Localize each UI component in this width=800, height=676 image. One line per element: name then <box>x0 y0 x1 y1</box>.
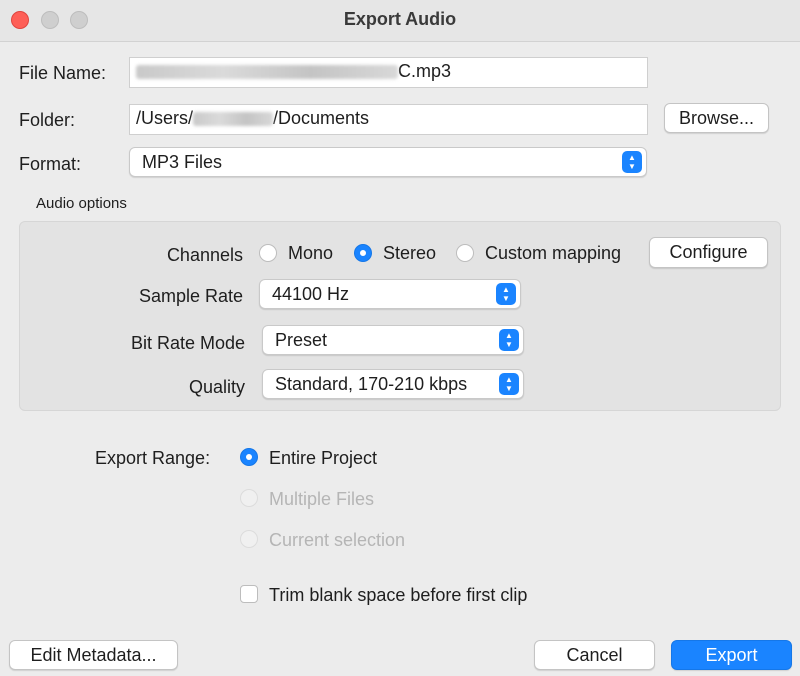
blurred-user-name <box>193 112 274 127</box>
radio-current-selection <box>240 530 258 548</box>
radio-stereo-label[interactable]: Stereo <box>383 243 436 264</box>
radio-custom-mapping[interactable] <box>456 244 474 262</box>
file-name-label: File Name: <box>19 63 107 83</box>
folder-label: Folder: <box>19 110 76 130</box>
folder-field[interactable]: /Users/ /Documents <box>129 104 648 135</box>
radio-current-selection-label: Current selection <box>269 530 406 550</box>
file-name-field[interactable]: C.mp3 <box>129 57 648 88</box>
folder-prefix: /Users/ <box>136 108 194 128</box>
format-select[interactable]: MP3 Files ▲ ▼ <box>129 147 647 177</box>
trim-checkbox[interactable] <box>240 585 258 603</box>
export-button[interactable]: Export <box>671 640 792 670</box>
sample-rate-selected: 44100 Hz <box>272 283 350 304</box>
radio-custom-mapping-label[interactable]: Custom mapping <box>485 243 621 264</box>
channels-label: Channels <box>166 245 243 265</box>
format-selected: MP3 Files <box>142 151 223 172</box>
blurred-file-name <box>136 65 398 80</box>
quality-select[interactable]: Standard, 170-210 kbps ▲ ▼ <box>262 369 524 399</box>
trim-checkbox-label[interactable]: Trim blank space before first clip <box>269 585 527 606</box>
window-title: Export Audio <box>343 9 457 29</box>
radio-entire-project[interactable] <box>240 448 258 466</box>
sample-rate-label: Sample Rate <box>138 286 243 306</box>
quality-label: Quality <box>188 377 245 397</box>
format-label: Format: <box>19 154 82 174</box>
select-stepper-icon: ▲ ▼ <box>622 151 642 173</box>
bit-rate-mode-select[interactable]: Preset ▲ ▼ <box>262 325 524 355</box>
sample-rate-select[interactable]: 44100 Hz ▲ ▼ <box>259 279 521 309</box>
bit-rate-mode-label: Bit Rate Mode <box>130 333 245 353</box>
radio-mono-label[interactable]: Mono <box>288 243 333 264</box>
select-stepper-icon: ▲ ▼ <box>499 329 519 351</box>
audio-options-heading: Audio options <box>36 195 127 212</box>
configure-button[interactable]: Configure <box>649 237 768 268</box>
radio-stereo[interactable] <box>354 244 372 262</box>
export-range-label: Export Range: <box>95 448 211 468</box>
cancel-button[interactable]: Cancel <box>534 640 655 670</box>
quality-selected: Standard, 170-210 kbps <box>275 373 468 394</box>
browse-button[interactable]: Browse... <box>664 103 769 133</box>
bit-rate-mode-selected: Preset <box>275 329 328 350</box>
radio-multiple-files-label: Multiple Files <box>269 489 375 509</box>
select-stepper-icon: ▲ ▼ <box>499 373 519 395</box>
radio-multiple-files <box>240 489 258 507</box>
select-stepper-icon: ▲ ▼ <box>496 283 516 305</box>
file-name-suffix: C.mp3 <box>398 61 452 81</box>
radio-mono[interactable] <box>259 244 277 262</box>
radio-entire-project-label[interactable]: Entire Project <box>269 448 377 469</box>
edit-metadata-button[interactable]: Edit Metadata... <box>9 640 178 670</box>
folder-suffix: /Documents <box>273 108 370 128</box>
